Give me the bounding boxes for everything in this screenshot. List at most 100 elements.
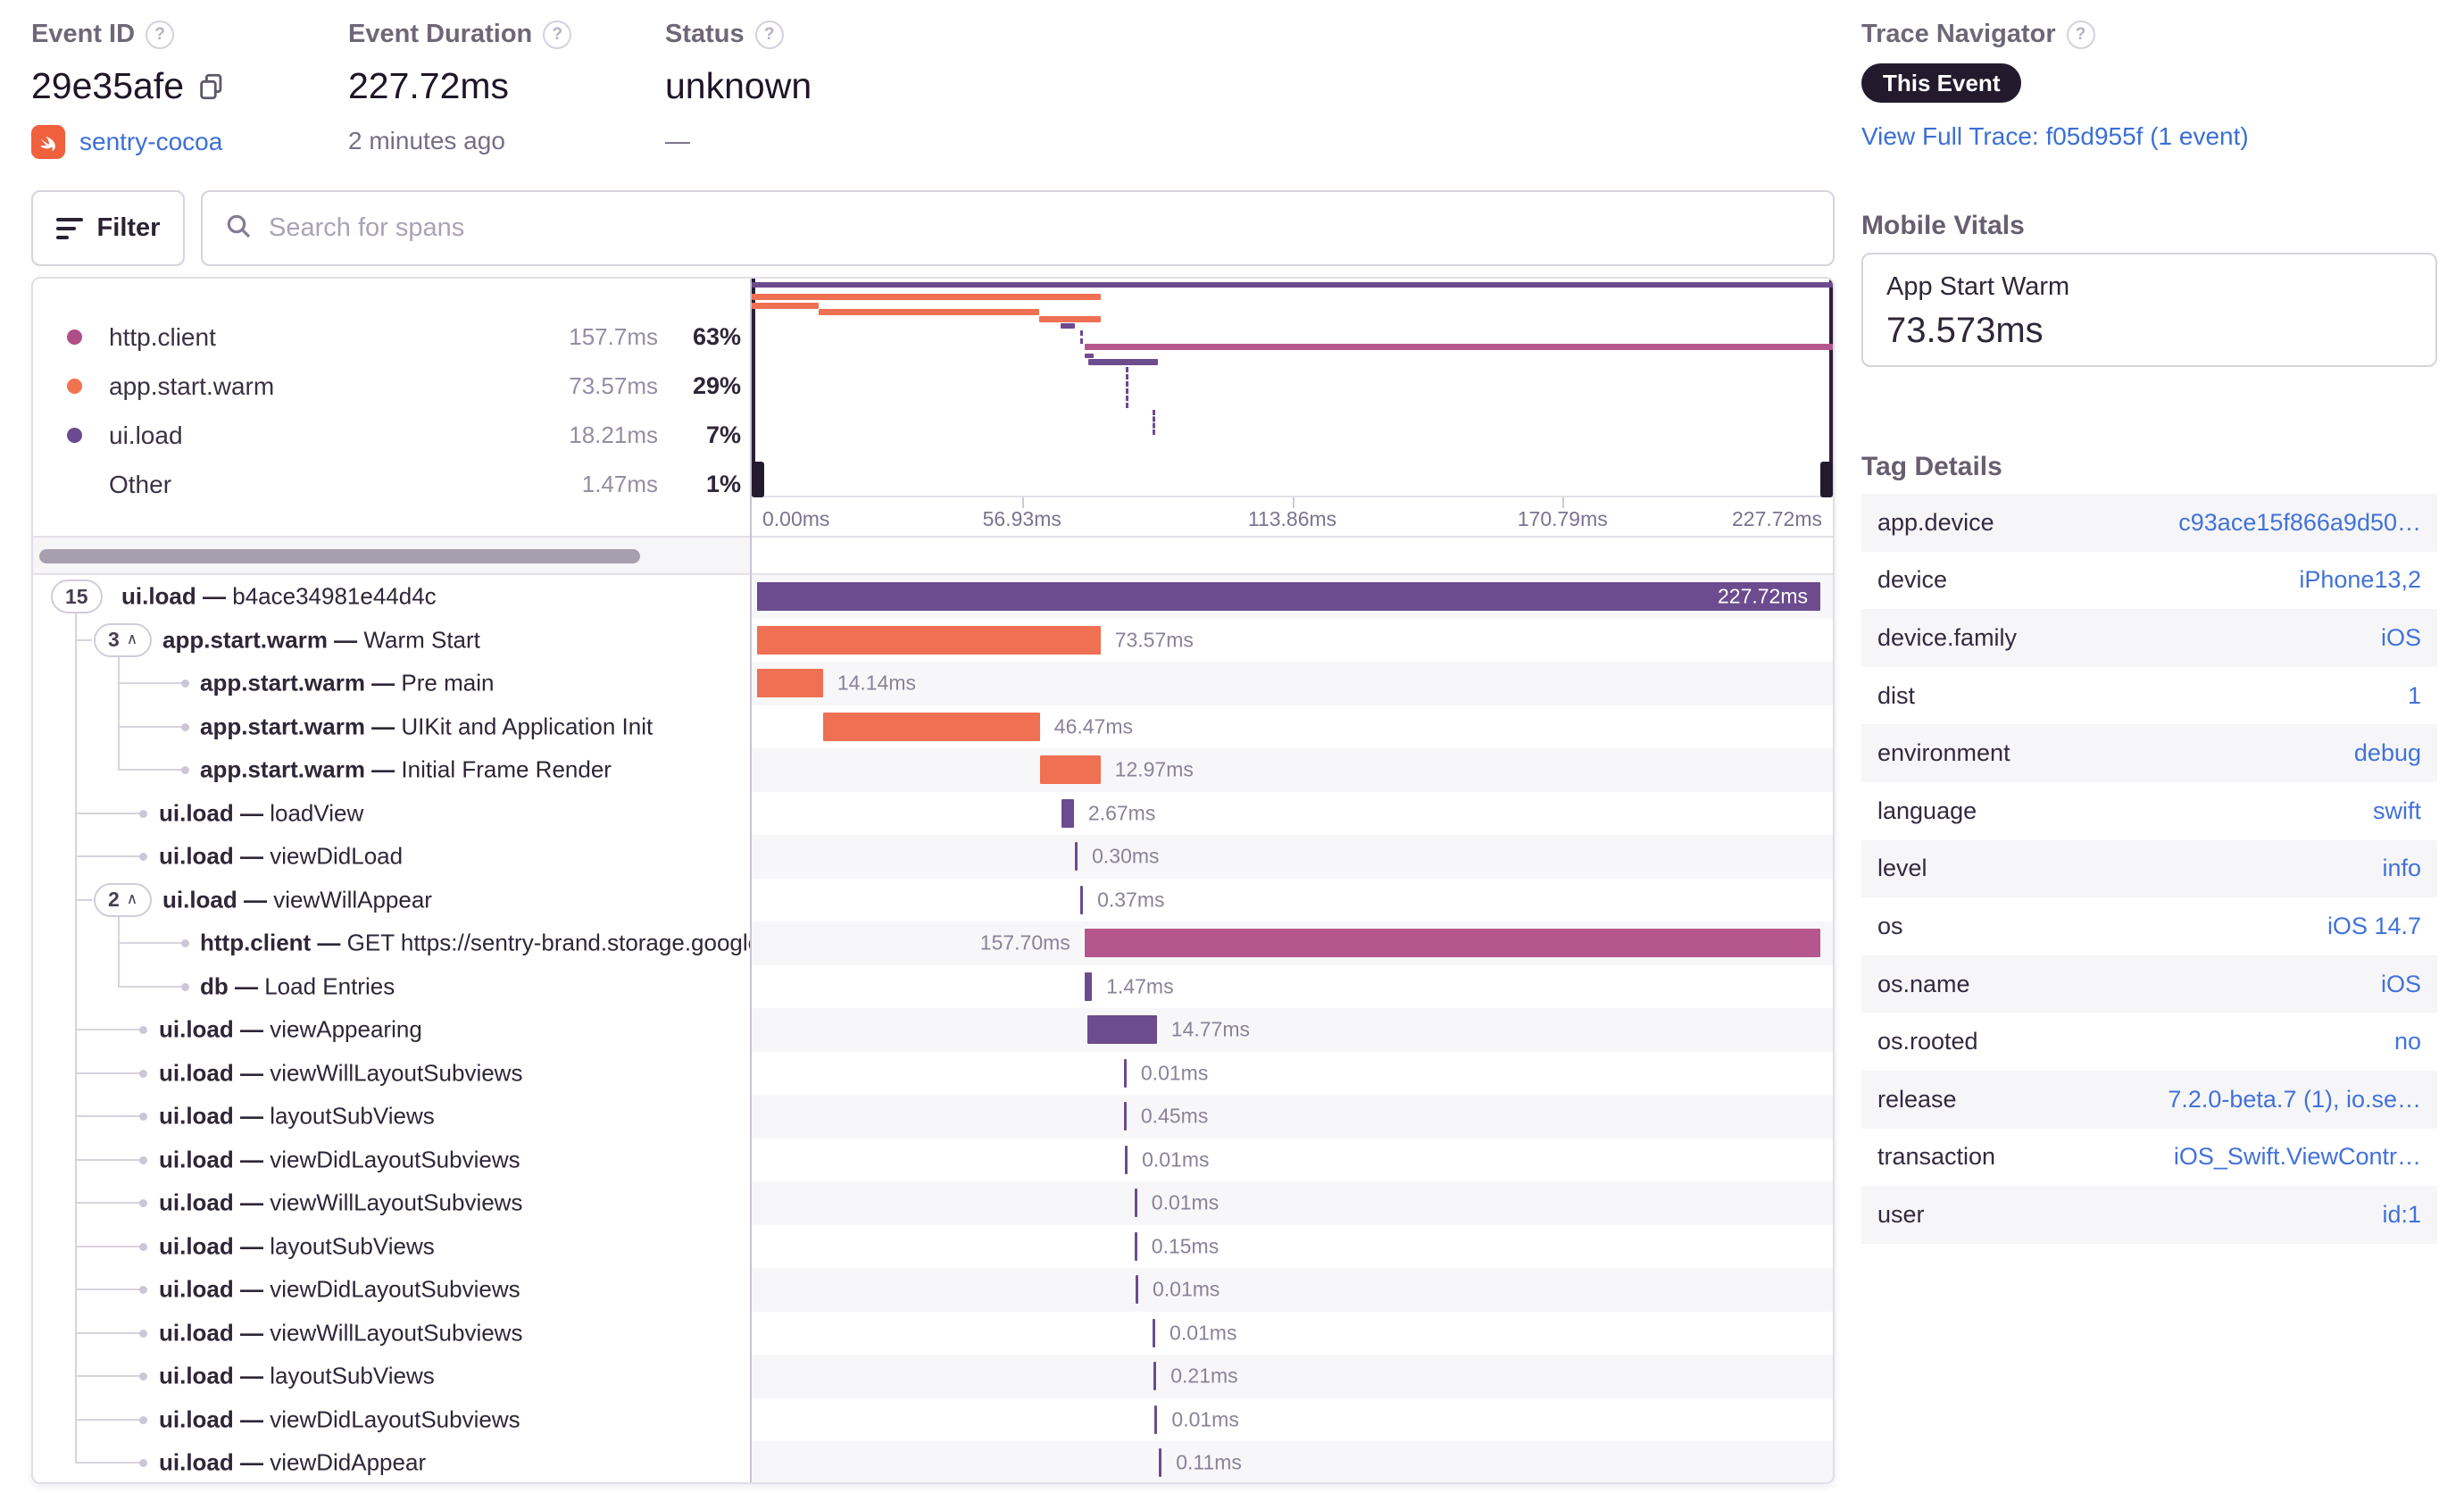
span-children-toggle[interactable]: 3 ∧ (94, 622, 153, 657)
trace-navigator-block: Trace Navigator ? This Event View Full T… (1861, 20, 2249, 151)
tag-value-link[interactable]: iOS (2381, 971, 2421, 998)
project-link[interactable]: sentry-cocoa (79, 128, 222, 156)
tag-value-link[interactable]: info (2382, 855, 2421, 882)
tag-value-link[interactable]: iPhone13,2 (2299, 566, 2421, 594)
status-block: Status ? unknown — (665, 20, 812, 155)
span-tree-cell: ui.load — layoutSubViews (33, 1355, 750, 1398)
span-duration-bar[interactable]: 0.45ms (1123, 1102, 1208, 1130)
span-duration-bar[interactable]: 14.14ms (757, 669, 916, 697)
span-row[interactable]: 0.01ms ui.load — viewDidLayoutSubviews (33, 1397, 1833, 1441)
span-duration-bar[interactable]: 46.47ms (822, 712, 1133, 741)
span-duration-label: 73.57ms (1114, 628, 1194, 651)
tag-value-link[interactable]: iOS_Swift.ViewContr… (2174, 1143, 2421, 1171)
tag-value-link[interactable]: 7.2.0-beta.7 (1), io.se… (2168, 1086, 2421, 1113)
tag-key: app.device (1877, 508, 1994, 536)
span-row[interactable]: 14.14ms app.start.warm — Pre main (33, 662, 1833, 705)
tag-key: release (1877, 1085, 1957, 1113)
span-tree-cell: app.start.warm — UIKit and Application I… (33, 705, 750, 748)
filter-button[interactable]: Filter (31, 190, 185, 266)
span-row[interactable]: 0.01ms ui.load — viewWillLayoutSubviews (33, 1051, 1833, 1095)
span-duration-bar[interactable]: 2.67ms (1061, 798, 1155, 828)
span-duration-bar[interactable]: 12.97ms (1039, 755, 1194, 784)
span-row[interactable]: 0.21ms ui.load — layoutSubViews (33, 1355, 1833, 1398)
span-duration-label: 46.47ms (1053, 714, 1133, 738)
span-row[interactable]: 157.70ms http.client — GET https://sentry… (33, 922, 1833, 965)
span-duration-bar[interactable]: 0.01ms (1153, 1318, 1236, 1347)
span-row[interactable]: 0.01ms ui.load — viewDidLayoutSubviews (33, 1138, 1833, 1181)
span-duration-bar[interactable]: 0.15ms (1134, 1231, 1219, 1261)
span-row[interactable]: 46.47ms app.start.warm — UIKit and Applic… (33, 705, 1833, 748)
span-duration-bar[interactable]: 73.57ms (757, 625, 1194, 655)
span-duration-bar[interactable]: 0.21ms (1153, 1362, 1238, 1390)
span-row[interactable]: 0.01ms ui.load — viewWillLayoutSubviews (33, 1181, 1833, 1225)
help-icon[interactable]: ? (754, 20, 784, 49)
span-duration-bar[interactable]: 0.11ms (1159, 1448, 1242, 1477)
span-children-toggle[interactable]: 2 ∧ (94, 882, 153, 917)
vital-name: App Start Warm (1886, 272, 2070, 301)
mobile-vitals-card[interactable]: App Start Warm 73.573ms (1861, 253, 2437, 367)
span-row[interactable]: 1.47ms db — Load Entries (33, 964, 1833, 1008)
span-row[interactable]: 0.30ms ui.load — viewDidLoad (33, 835, 1833, 879)
legend-item[interactable]: ui.load 18.21ms 7% (33, 411, 750, 460)
tree-connector-dot (139, 1155, 147, 1164)
tag-value-link[interactable]: id:1 (2382, 1201, 2421, 1229)
tree-connector-line (118, 964, 120, 987)
minimap-left-handle[interactable] (752, 462, 764, 497)
legend-item[interactable]: Other 1.47ms 1% (33, 460, 750, 509)
help-icon[interactable]: ? (2066, 20, 2095, 49)
legend-item[interactable]: http.client 157.7ms 63% (33, 313, 750, 362)
tag-value-link[interactable]: iOS 14.7 (2327, 913, 2421, 940)
tag-value-link[interactable]: debug (2354, 739, 2421, 767)
help-icon[interactable]: ? (146, 20, 175, 49)
view-full-trace-link[interactable]: View Full Trace: f05d955f (1 event) (1861, 122, 2249, 150)
tag-value-link[interactable]: iOS (2381, 624, 2421, 652)
span-row[interactable]: 0.37ms 2 ∧ ui.load — viewWillAppear (33, 878, 1833, 922)
legend-item[interactable]: app.start.warm 73.57ms 29% (33, 362, 750, 411)
event-duration-block: Event Duration ? 227.72ms 2 minutes ago (348, 20, 572, 155)
span-duration-bar[interactable]: 0.01ms (1123, 1058, 1208, 1088)
span-description: viewDidLayoutSubviews (270, 1405, 520, 1433)
span-row[interactable]: 73.57ms 3 ∧ app.start.warm — Warm Start (33, 618, 1833, 662)
span-row[interactable]: 14.77ms ui.load — viewAppearing (33, 1008, 1833, 1052)
span-children-toggle[interactable]: 15 (51, 580, 103, 613)
span-row[interactable]: 0.45ms ui.load — layoutSubViews (33, 1095, 1833, 1139)
span-duration-bar[interactable]: 0.01ms (1135, 1275, 1220, 1304)
search-input[interactable] (269, 213, 1811, 243)
span-duration-bar[interactable]: 0.01ms (1154, 1405, 1239, 1434)
tag-value-link[interactable]: 1 (2408, 682, 2421, 710)
span-row[interactable]: 0.11ms ui.load — viewDidAppear (33, 1441, 1833, 1482)
tag-value-link[interactable]: swift (2373, 797, 2421, 825)
span-description: b4ace34981e44d4c (232, 582, 437, 610)
span-duration-bar[interactable]: 0.01ms (1134, 1189, 1219, 1217)
span-row[interactable]: 12.97ms app.start.warm — Initial Frame Re… (33, 748, 1833, 792)
minimap-right-handle[interactable] (1820, 462, 1833, 497)
tree-connector-dot (139, 1242, 147, 1251)
span-row[interactable]: 0.15ms ui.load — layoutSubViews (33, 1224, 1833, 1268)
span-duration-bar[interactable]: 0.30ms (1075, 842, 1160, 871)
tag-value-link[interactable]: c93ace15f866a9d50… (2178, 509, 2421, 537)
span-bar-cell: 0.11ms (752, 1441, 1833, 1482)
span-duration-bar[interactable]: 0.01ms (1125, 1145, 1210, 1174)
tree-scrollbar-thumb[interactable] (39, 549, 640, 563)
span-duration-bar[interactable]: 157.70ms (980, 929, 1820, 957)
span-row[interactable]: 0.01ms ui.load — viewWillLayoutSubviews (33, 1311, 1833, 1355)
span-duration-bar[interactable]: 14.77ms (1087, 1015, 1250, 1044)
tree-chart-divider[interactable] (750, 279, 752, 1482)
help-icon[interactable]: ? (543, 20, 572, 49)
span-op: http.client — (200, 929, 347, 956)
span-tree-cell: 3 ∧ app.start.warm — Warm Start (33, 618, 750, 662)
minimap-dash-span (1153, 410, 1156, 435)
tag-value-link[interactable]: no (2394, 1028, 2421, 1055)
span-row[interactable]: 0.01ms ui.load — viewDidLayoutSubviews (33, 1268, 1833, 1312)
span-duration-bar[interactable]: 0.37ms (1080, 885, 1165, 914)
span-row[interactable]: 2.67ms ui.load — loadView (33, 791, 1833, 835)
tree-connector-dot (181, 982, 189, 991)
tree-connector-dot (139, 1459, 147, 1467)
copy-icon[interactable] (196, 71, 227, 102)
tree-connector-dot (139, 1069, 147, 1078)
span-description: viewDidLoad (270, 842, 404, 870)
span-row[interactable]: 227.72ms 15 ui.load — b4ace34981e44d4c (33, 575, 1833, 619)
span-duration-bar[interactable]: 1.47ms (1084, 972, 1174, 1001)
trace-minimap[interactable] (752, 279, 1833, 497)
span-duration-bar[interactable]: 227.72ms (757, 582, 1820, 611)
